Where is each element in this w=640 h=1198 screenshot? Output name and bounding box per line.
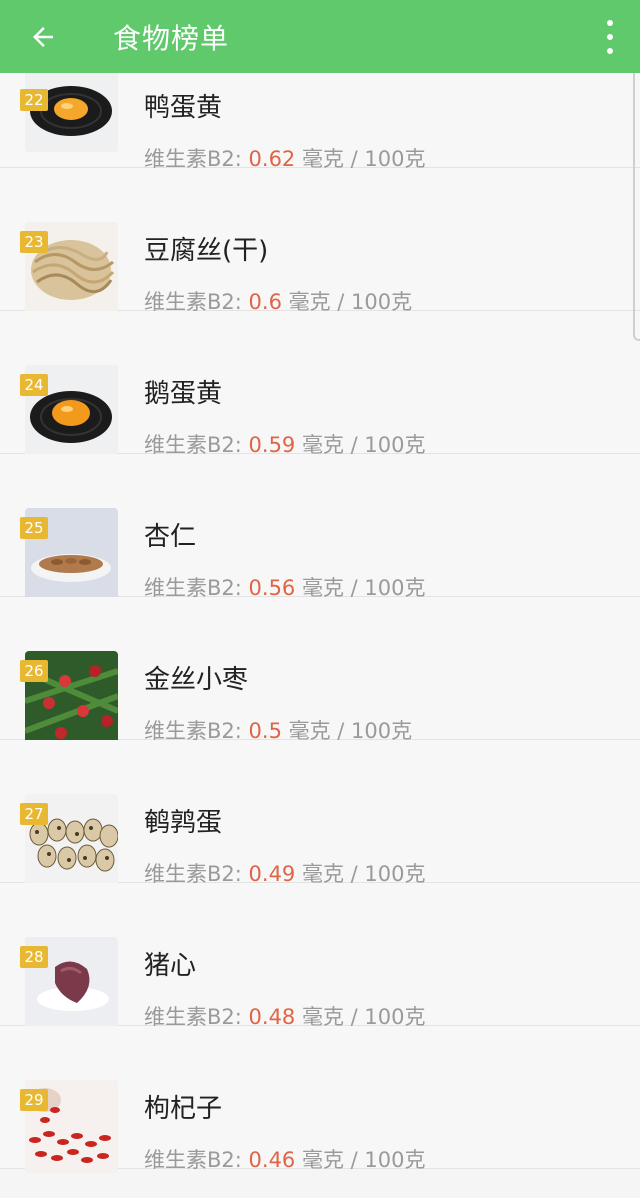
list-item[interactable]: 23 豆腐丝(干) 维生素B2: 0.6 毫克 / 100克	[0, 168, 640, 315]
list-item[interactable]: 25 杏仁 维生素B2: 0.56 毫克 / 100克	[0, 454, 640, 601]
egg-yolk-plate-image	[25, 73, 118, 152]
food-name: 杏仁	[144, 522, 197, 552]
food-name: 枸杞子	[144, 1094, 223, 1124]
list-item[interactable]: 22 鸭蛋黄 维生素B2: 0.62 毫克 / 100克	[0, 73, 640, 171]
list-item[interactable]: 27 鹌鹑蛋 维生素B2: 0.49 毫克 / 100克	[0, 740, 640, 887]
rank-badge: 29	[20, 1089, 48, 1111]
rank-badge: 26	[20, 660, 48, 682]
nutrient-label: 维生素B2:	[144, 1148, 249, 1172]
page-title: 食物榜单	[113, 21, 230, 55]
more-dot-icon	[607, 34, 613, 40]
nutrient-info: 维生素B2: 0.46 毫克 / 100克	[144, 1144, 425, 1174]
food-name: 鸭蛋黄	[144, 93, 223, 123]
nutrient-value: 0.46	[248, 1148, 296, 1172]
list-item[interactable]: 24 鹅蛋黄 维生素B2: 0.59 毫克 / 100克	[0, 311, 640, 458]
food-name: 鹅蛋黄	[144, 379, 223, 409]
list-item[interactable]: 28 猪心 维生素B2: 0.48 毫克 / 100克	[0, 883, 640, 1030]
more-options-button[interactable]	[602, 20, 618, 54]
back-button[interactable]	[0, 0, 86, 73]
rank-badge: 25	[20, 517, 48, 539]
food-thumbnail	[25, 73, 118, 152]
app-bar: 食物榜单	[0, 0, 640, 73]
list-item[interactable]: 29 枸杞子 维生素B2: 0.46 毫克 / 100克	[0, 1026, 640, 1173]
more-dot-icon	[607, 48, 613, 54]
back-arrow-icon	[33, 26, 53, 47]
rank-badge: 27	[20, 803, 48, 825]
scrollbar[interactable]	[633, 73, 640, 341]
food-name: 豆腐丝(干)	[144, 236, 269, 266]
unit-label: 毫克 / 100克	[295, 1148, 426, 1172]
rank-badge: 28	[20, 946, 48, 968]
more-dot-icon	[607, 20, 613, 26]
food-name: 鹌鹑蛋	[144, 808, 223, 838]
food-ranking-list[interactable]: 22 鸭蛋黄 维生素B2: 0.62 毫克 / 100克 23 豆腐丝(干) 维…	[0, 73, 640, 1198]
food-name: 金丝小枣	[144, 665, 249, 695]
food-name: 猪心	[144, 951, 197, 981]
rank-badge: 23	[20, 231, 48, 253]
list-item[interactable]: 26 金丝小枣 维生素B2: 0.5 毫克 / 100克	[0, 597, 640, 744]
rank-badge: 24	[20, 374, 48, 396]
rank-badge: 22	[20, 89, 48, 111]
